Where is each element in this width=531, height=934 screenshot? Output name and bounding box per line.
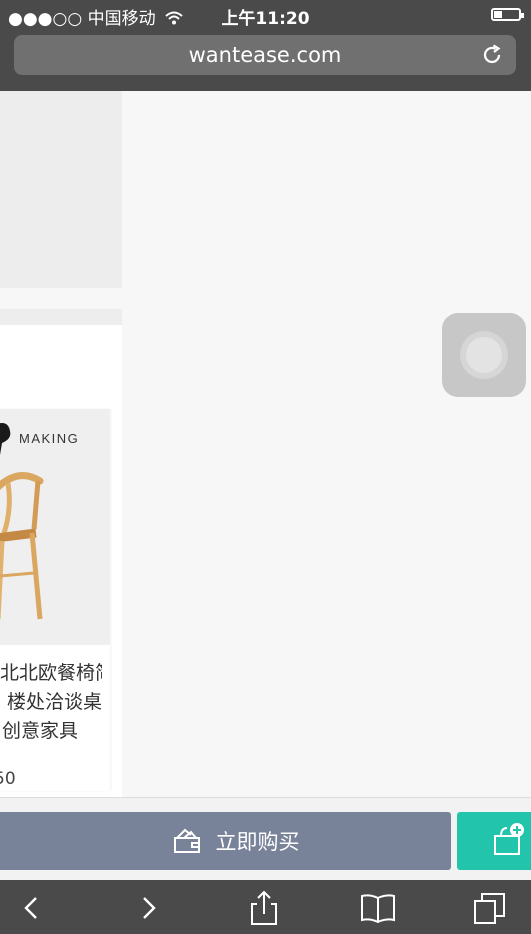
- page-content: MAKING 北北欧餐椅简 楼处洽谈桌 创意家具 50: [0, 91, 531, 797]
- banner-placeholder: [0, 91, 122, 288]
- browser-toolbar: [0, 880, 531, 934]
- product-title-line: 楼处洽谈桌: [6, 691, 102, 713]
- purchase-bar: 立即购买: [0, 797, 531, 880]
- browser-top-chrome: ●●●○○ 中国移动 上午11:20 wantease.com: [0, 0, 531, 91]
- wishbone-chair-image: [0, 472, 44, 620]
- add-to-cart-button[interactable]: [457, 812, 531, 870]
- battery-icon: [491, 8, 524, 21]
- product-title-line: 北北欧餐椅简: [0, 662, 102, 684]
- status-time: 上午11:20: [221, 9, 310, 29]
- wallet-icon: [173, 828, 200, 853]
- buy-now-label: 立即购买: [215, 830, 300, 854]
- brand-logo-icon: [0, 423, 11, 455]
- status-bar: ●●●○○ 中国移动 上午11:20: [0, 0, 531, 30]
- back-icon[interactable]: [14, 890, 50, 926]
- url-text[interactable]: wantease.com: [14, 35, 516, 75]
- cart-add-icon: [494, 823, 524, 855]
- forward-icon[interactable]: [130, 890, 166, 926]
- product-image[interactable]: MAKING: [0, 409, 110, 645]
- tabs-icon[interactable]: [472, 890, 508, 926]
- assistive-touch-button[interactable]: [442, 313, 526, 397]
- product-title-line: 创意家具: [2, 720, 79, 742]
- address-bar[interactable]: wantease.com: [14, 35, 516, 75]
- product-title[interactable]: 北北欧餐椅简 楼处洽谈桌 创意家具: [0, 659, 102, 746]
- product-card[interactable]: MAKING 北北欧餐椅简 楼处洽谈桌 创意家具 50: [0, 409, 110, 791]
- share-icon[interactable]: [246, 890, 282, 926]
- reload-icon[interactable]: [480, 43, 504, 67]
- buy-now-button[interactable]: 立即购买: [0, 812, 451, 870]
- brand-name: MAKING: [19, 431, 80, 446]
- product-price: 50: [0, 769, 16, 789]
- assistive-touch-center: [466, 337, 502, 373]
- bookmarks-icon[interactable]: [360, 890, 396, 926]
- section-divider: [0, 309, 122, 325]
